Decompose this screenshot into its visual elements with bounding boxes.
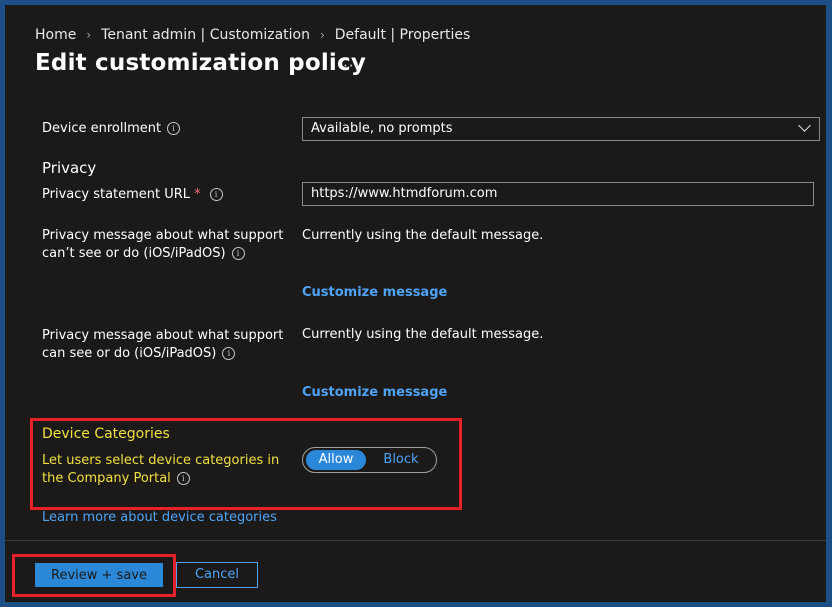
page-title: Edit customization policy bbox=[35, 50, 367, 76]
more-options-icon[interactable]: ··· bbox=[343, 57, 360, 75]
info-icon[interactable]: i bbox=[209, 188, 223, 201]
info-icon[interactable]: i bbox=[176, 472, 190, 485]
device-enrollment-label-text: Device enrollment bbox=[42, 121, 162, 136]
device-categories-heading: Device Categories bbox=[42, 426, 170, 442]
info-icon[interactable]: i bbox=[167, 122, 181, 135]
toggle-allow-option[interactable]: Allow bbox=[306, 450, 366, 470]
privacy-cant-see-value: Currently using the default message. bbox=[302, 228, 544, 243]
privacy-cant-see-label-text: Privacy message about what support can’t… bbox=[42, 228, 284, 261]
privacy-url-label-text: Privacy statement URL bbox=[42, 187, 191, 202]
device-categories-label: Let users select device categories in th… bbox=[42, 452, 287, 488]
toggle-block-option[interactable]: Block bbox=[371, 450, 431, 470]
privacy-url-input[interactable]: https://www.htmdforum.com bbox=[302, 182, 814, 206]
chevron-right-icon: › bbox=[86, 28, 92, 42]
breadcrumb-customization[interactable]: Tenant admin | Customization bbox=[101, 27, 310, 43]
privacy-can-see-label: Privacy message about what support can s… bbox=[42, 327, 292, 363]
chevron-right-icon: › bbox=[319, 28, 325, 42]
info-icon[interactable]: i bbox=[231, 247, 245, 260]
breadcrumb: Home › Tenant admin | Customization › De… bbox=[35, 27, 470, 43]
privacy-can-see-label-text: Privacy message about what support can s… bbox=[42, 328, 284, 361]
privacy-can-see-value: Currently using the default message. bbox=[302, 327, 544, 342]
breadcrumb-home[interactable]: Home bbox=[35, 27, 76, 43]
device-categories-toggle[interactable]: Allow Block bbox=[302, 447, 437, 473]
customize-message-link-can-see[interactable]: Customize message bbox=[302, 385, 447, 400]
privacy-cant-see-label: Privacy message about what support can’t… bbox=[42, 227, 292, 263]
learn-more-link[interactable]: Learn more about device categories bbox=[42, 510, 277, 525]
policy-editor-panel: Home › Tenant admin | Customization › De… bbox=[5, 5, 826, 602]
review-save-button[interactable]: Review + save bbox=[35, 563, 163, 587]
breadcrumb-properties[interactable]: Default | Properties bbox=[335, 27, 471, 43]
privacy-url-label: Privacy statement URL * i bbox=[42, 186, 223, 204]
info-icon[interactable]: i bbox=[222, 347, 236, 360]
device-enrollment-label: Device enrollment i bbox=[42, 120, 181, 138]
privacy-heading: Privacy bbox=[42, 159, 97, 177]
customize-message-link-cant-see[interactable]: Customize message bbox=[302, 285, 447, 300]
footer-divider bbox=[5, 540, 826, 541]
device-categories-label-text: Let users select device categories in th… bbox=[42, 453, 280, 486]
cancel-button[interactable]: Cancel bbox=[176, 562, 258, 588]
chevron-down-icon bbox=[798, 119, 811, 132]
device-enrollment-dropdown[interactable]: Available, no prompts bbox=[302, 117, 820, 141]
device-enrollment-value: Available, no prompts bbox=[311, 121, 453, 136]
required-marker: * bbox=[194, 187, 201, 202]
